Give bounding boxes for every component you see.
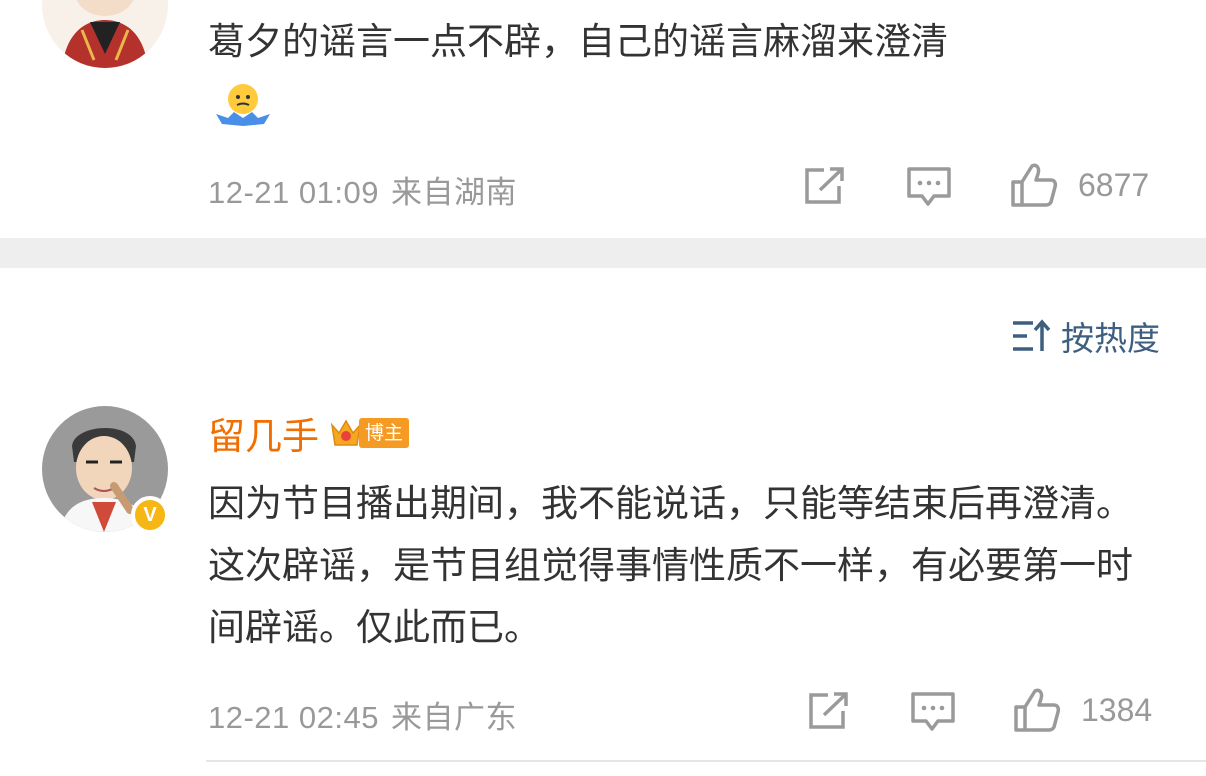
comment-location: 来自湖南	[390, 175, 517, 211]
section-divider	[0, 238, 1206, 268]
thumbs-up-icon	[1014, 688, 1061, 732]
divider	[206, 760, 1206, 762]
like-count: 6877	[1078, 166, 1150, 203]
sort-icon	[1013, 319, 1051, 351]
author-badge: 博主	[359, 418, 410, 448]
avatar[interactable]	[42, 0, 168, 68]
crown-icon	[330, 419, 362, 446]
share-icon	[805, 167, 844, 204]
share-button[interactable]	[806, 691, 850, 731]
share-button[interactable]	[802, 166, 846, 206]
verified-badge: V	[131, 496, 169, 534]
like-button[interactable]: 1384	[1013, 687, 1152, 733]
comment-icon	[911, 692, 955, 731]
comment-item: V 留几手 博主 因为节目播出期间，我不能说话，只能等结束后再澄清。这次辟谣，是…	[0, 360, 1206, 776]
comment-time: 12-21 02:45	[208, 700, 379, 735]
comment-text: 因为节目播出期间，我不能说话，只能等结束后再澄清。这次辟谣，是节目组觉得事情性质…	[208, 482, 1133, 649]
username[interactable]: 留几手	[208, 406, 319, 460]
like-count: 1384	[1081, 691, 1153, 728]
like-button[interactable]: 6877	[1010, 162, 1149, 208]
reply-button[interactable]	[910, 691, 956, 733]
comment-text: 葛夕的谣言一点不辟，自己的谣言麻溜来澄清	[208, 20, 948, 63]
share-icon	[809, 692, 848, 729]
comment-location: 来自广东	[390, 700, 517, 736]
user-row: 留几手 博主	[208, 406, 410, 460]
comment-time: 12-21 01:09	[208, 175, 379, 210]
reply-button[interactable]	[906, 166, 952, 208]
thumbs-up-icon	[1011, 163, 1058, 207]
sort-label: 按热度	[1061, 319, 1160, 358]
shrug-emoji	[214, 82, 272, 132]
sort-by-hot-button[interactable]: 按热度	[1011, 312, 1160, 360]
comment-meta: 12-21 02:45 来自广东	[208, 692, 517, 737]
comment-icon	[907, 167, 951, 206]
comment-meta: 12-21 01:09 来自湖南	[208, 167, 517, 212]
comment-item: 葛夕的谣言一点不辟，自己的谣言麻溜来澄清 12-21 01:09 来自湖南 687…	[0, 0, 1206, 238]
